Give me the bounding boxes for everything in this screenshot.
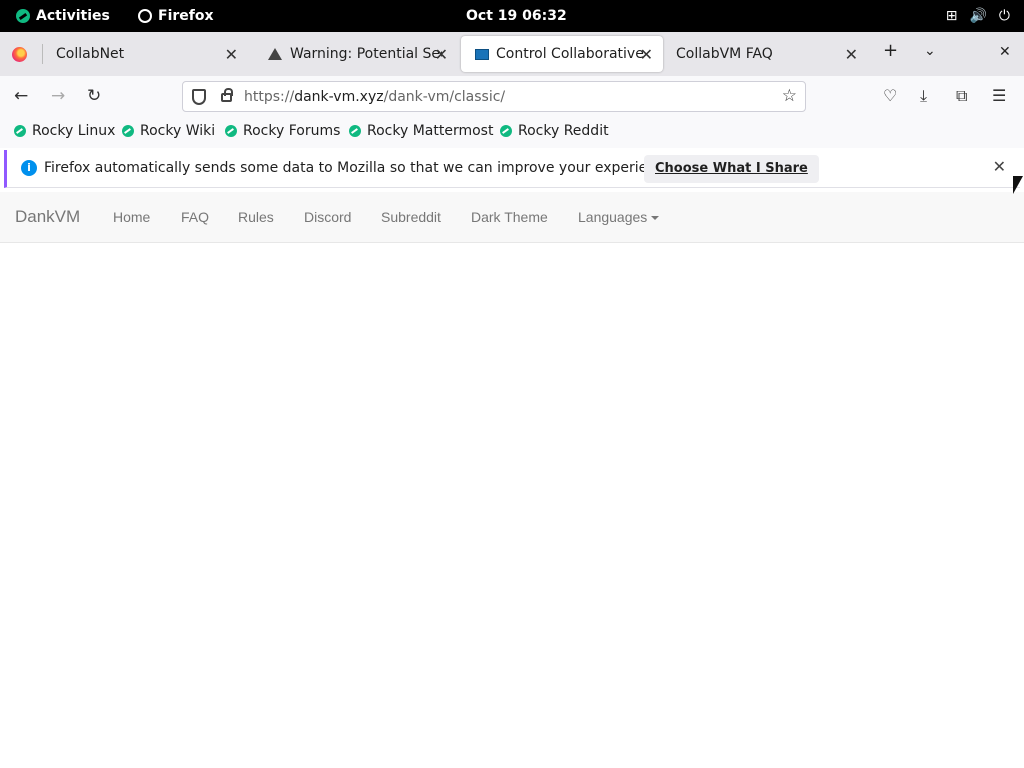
close-icon[interactable]: ✕ [435, 45, 448, 64]
nav-link-discord[interactable]: Discord [304, 209, 351, 225]
bookmark-rocky-forums[interactable]: Rocky Forums [225, 123, 340, 139]
back-arrow-icon[interactable]: ← [14, 86, 28, 106]
rocky-leaf-icon [122, 125, 134, 137]
address-bar[interactable]: https://dank-vm.xyz/dank-vm/classic/ ☆ [182, 81, 806, 112]
bookmark-star-icon[interactable]: ☆ [782, 86, 797, 106]
nav-link-dark-theme[interactable]: Dark Theme [471, 209, 548, 225]
tab-control-collaborative[interactable]: Control Collaborative Virtual Machines! … [461, 36, 663, 72]
tab-label: CollabNet [56, 46, 125, 62]
rocky-linux-icon [16, 9, 30, 23]
reload-icon[interactable]: ↻ [87, 86, 101, 106]
url-scheme: https:// [244, 89, 295, 105]
lock-icon[interactable] [221, 88, 233, 102]
clock[interactable]: Oct 19 06:32 [466, 0, 567, 32]
languages-label: Languages [578, 209, 648, 225]
forward-arrow-icon[interactable]: → [51, 86, 65, 106]
bookmark-label: Rocky Linux [32, 123, 116, 139]
bookmark-rocky-linux[interactable]: Rocky Linux [14, 123, 115, 139]
rocky-leaf-icon [225, 125, 237, 137]
tab-label: Warning: Potential Security Risk Ahead [290, 46, 442, 62]
url-text[interactable]: https://dank-vm.xyz/dank-vm/classic/ [244, 89, 505, 105]
rocky-leaf-icon [500, 125, 512, 137]
firefox-view-icon[interactable] [12, 47, 27, 62]
bookmark-label: Rocky Mattermost [367, 123, 494, 139]
nav-link-subreddit[interactable]: Subreddit [381, 209, 441, 225]
mouse-cursor-icon [1013, 176, 1023, 194]
bookmark-label: Rocky Forums [243, 123, 341, 139]
volume-icon: 🔊 [969, 8, 987, 24]
close-icon[interactable]: ✕ [845, 45, 858, 64]
app-menu-button[interactable]: Firefox [138, 0, 214, 32]
tracking-protection-shield-icon[interactable] [192, 89, 206, 105]
firefox-icon [138, 9, 152, 23]
nav-link-home[interactable]: Home [113, 209, 150, 225]
tab-label: CollabVM FAQ [676, 46, 773, 62]
tab-label: Control Collaborative Virtual Machines! [496, 46, 644, 62]
close-icon[interactable]: ✕ [993, 157, 1006, 176]
downloads-icon[interactable]: ⤓ [920, 86, 927, 106]
bookmark-label: Rocky Wiki [140, 123, 216, 139]
url-path: /dank-vm/classic/ [383, 89, 506, 105]
info-icon: i [21, 160, 37, 176]
site-brand[interactable]: DankVM [15, 207, 80, 227]
activities-label: Activities [36, 8, 110, 24]
warning-icon [268, 48, 282, 60]
system-tray[interactable]: ⊞ 🔊 ⏻ [946, 0, 1010, 32]
tab-collabnet[interactable]: CollabNet ✕ [42, 36, 248, 72]
caret-down-icon [651, 216, 660, 221]
nav-link-rules[interactable]: Rules [238, 209, 274, 225]
tab-warning[interactable]: Warning: Potential Security Risk Ahead ✕ [254, 36, 458, 72]
power-icon: ⏻ [998, 8, 1010, 24]
pocket-icon[interactable]: ♡ [883, 86, 897, 105]
data-collection-notification: i Firefox automatically sends some data … [4, 150, 1020, 188]
close-icon[interactable]: ✕ [640, 45, 653, 64]
url-domain: dank-vm.xyz [294, 89, 384, 105]
bookmark-label: Rocky Reddit [518, 123, 609, 139]
app-menu-label: Firefox [158, 8, 214, 24]
extensions-puzzle-icon[interactable]: ⧉ [956, 86, 967, 106]
tab-collabvm-faq[interactable]: CollabVM FAQ ✕ [662, 36, 868, 72]
notification-message: Firefox automatically sends some data to… [44, 160, 677, 176]
vm-icon [475, 48, 489, 60]
hamburger-menu-icon[interactable]: ☰ [992, 86, 1006, 105]
close-icon[interactable]: ✕ [225, 45, 238, 64]
tab-list-chevron-down-icon[interactable]: ⌄ [924, 43, 936, 59]
nav-link-faq[interactable]: FAQ [181, 209, 209, 225]
nav-dropdown-languages[interactable]: Languages [578, 209, 660, 225]
network-icon: ⊞ [945, 8, 958, 24]
activities-button[interactable]: Activities [16, 0, 110, 32]
rocky-leaf-icon [349, 125, 361, 137]
rocky-leaf-icon [14, 125, 26, 137]
new-tab-plus-icon[interactable]: + [883, 40, 898, 61]
site-navbar: DankVM Home FAQ Rules Discord Subreddit … [0, 192, 1024, 243]
system-top-bar: Activities Firefox Oct 19 06:32 ⊞ 🔊 ⏻ [0, 0, 1024, 32]
bookmark-rocky-wiki[interactable]: Rocky Wiki [122, 123, 215, 139]
choose-what-i-share-button[interactable]: Choose What I Share [644, 155, 819, 183]
bookmark-rocky-mattermost[interactable]: Rocky Mattermost [349, 123, 493, 139]
bookmark-rocky-reddit[interactable]: Rocky Reddit [500, 123, 609, 139]
close-window-icon[interactable]: ✕ [999, 44, 1011, 60]
